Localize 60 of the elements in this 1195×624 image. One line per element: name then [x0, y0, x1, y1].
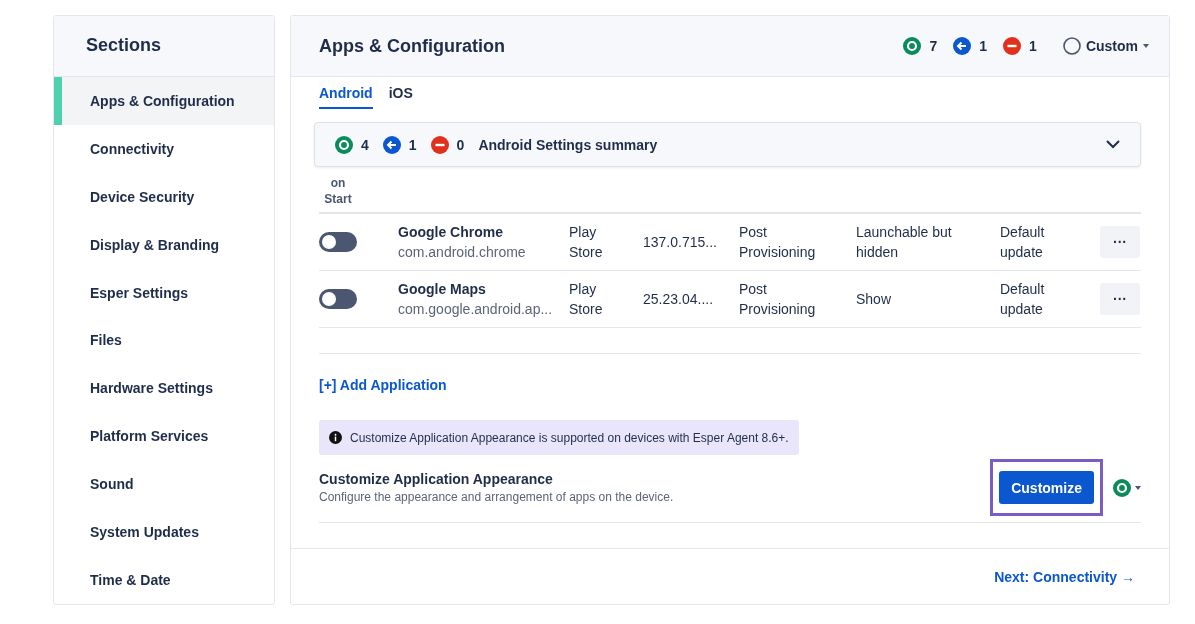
table-cell-text: Launchable but hidden: [856, 223, 953, 262]
table-cell-text: Show: [856, 290, 893, 309]
sidebar-item[interactable]: Sound: [54, 460, 274, 509]
sidebar-title: Sections: [54, 16, 274, 77]
status-count: 4: [361, 136, 369, 153]
column-header: on Start: [323, 175, 353, 207]
circle-icon: [1062, 37, 1081, 55]
mode-dropdown[interactable]: Custom: [1062, 37, 1149, 55]
ring-icon: [903, 37, 922, 55]
more-button[interactable]: ···: [1100, 283, 1140, 315]
sidebar-item[interactable]: System Updates: [54, 508, 274, 557]
platform-tab[interactable]: Android: [319, 85, 373, 109]
table-cell-text: 25.23.04....: [643, 290, 715, 309]
sidebar-item[interactable]: Platform Services: [54, 412, 274, 461]
sidebar-item[interactable]: Hardware Settings: [54, 364, 274, 413]
info-text: Customize Application Appearance is supported on devices with Esper Agent 8.6+.: [350, 430, 789, 445]
sidebar-item[interactable]: Connectivity: [54, 124, 274, 173]
setting-description: Configure the appearance and arrangement of apps on the device.: [319, 490, 675, 504]
table-cell-text: Post Provisioning: [739, 280, 817, 319]
package-name: com.android.chrome: [398, 243, 527, 262]
table-cell-text: Default update: [1000, 223, 1046, 262]
platform-tab[interactable]: iOS: [388, 85, 413, 109]
status-count: 7: [929, 38, 938, 54]
add-application-link[interactable]: [+] Add Application: [319, 377, 447, 393]
arrow-left-icon: [953, 37, 972, 55]
sidebar-item[interactable]: Apps & Configuration: [54, 76, 274, 125]
summary-bar[interactable]: 4 1 0 Android Settings summary: [314, 122, 1141, 167]
status-count: 1: [979, 38, 988, 54]
toggle-switch[interactable]: [319, 289, 357, 309]
caret-icon: [1143, 44, 1149, 48]
customize-button[interactable]: Customize: [999, 471, 1094, 504]
panel-title: Apps & Configuration: [319, 35, 506, 57]
next-link[interactable]: Next: Connectivity →: [994, 568, 1135, 585]
sidebar-item[interactable]: Files: [54, 316, 274, 365]
status-count: 1: [408, 136, 417, 153]
table-cell-text: Default update: [1000, 280, 1046, 319]
sidebar-item[interactable]: Time & Date: [54, 556, 274, 605]
status-dropdown[interactable]: [1113, 478, 1141, 497]
setting-title: Customize Application Appearance: [319, 471, 554, 487]
toggle-switch[interactable]: [319, 232, 357, 252]
status-count: 0: [456, 136, 465, 153]
arrow-left-icon: [382, 135, 401, 154]
table-cell-text: Play Store: [569, 280, 604, 319]
table-cell-text: Post Provisioning: [739, 223, 817, 262]
app-name: Google Chrome: [398, 223, 504, 242]
app-name: Google Maps: [398, 280, 487, 299]
minus-icon: [430, 135, 449, 154]
summary-title: Android Settings summary: [478, 136, 659, 153]
info-icon: [329, 431, 342, 444]
minus-icon: [1003, 37, 1022, 55]
sidebar-item[interactable]: Esper Settings: [54, 268, 274, 317]
sidebar-item[interactable]: Display & Branding: [54, 220, 274, 269]
status-count: 1: [1029, 38, 1037, 54]
table-cell-text: 137.0.715...: [643, 233, 718, 252]
table-cell-text: Play Store: [569, 223, 604, 262]
more-button[interactable]: ···: [1100, 226, 1140, 258]
ring-icon: [335, 135, 353, 154]
caret-icon: [1135, 485, 1141, 490]
sidebar-item[interactable]: Device Security: [54, 172, 274, 221]
ring-icon: [1113, 478, 1131, 497]
